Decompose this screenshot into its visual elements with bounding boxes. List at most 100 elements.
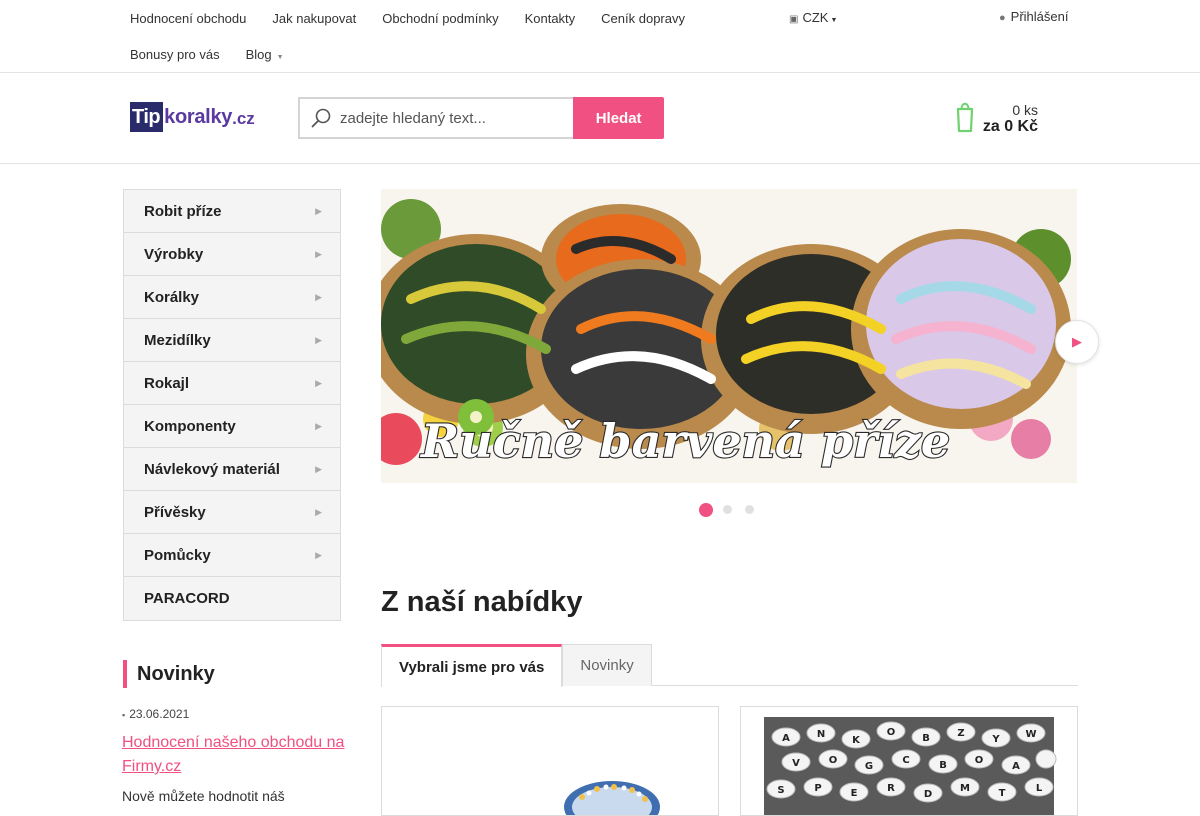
svg-text:O: O bbox=[887, 727, 896, 738]
nav-link-contacts[interactable]: Kontakty bbox=[525, 11, 576, 26]
calendar-icon: ▪ bbox=[122, 710, 126, 720]
hero-caption: Ručně barvená příze bbox=[419, 414, 950, 468]
category-item-mezidilky[interactable]: Mezidílky ▶ bbox=[124, 319, 340, 362]
chevron-right-icon: ▶ bbox=[315, 205, 322, 216]
category-label: Pomůcky bbox=[144, 546, 211, 564]
svg-text:E: E bbox=[851, 788, 858, 799]
nav-link-terms[interactable]: Obchodní podmínky bbox=[382, 11, 498, 26]
news-heading: Novinky bbox=[123, 660, 215, 688]
svg-text:B: B bbox=[939, 760, 947, 771]
svg-text:G: G bbox=[865, 761, 873, 772]
chevron-right-icon: ▶ bbox=[315, 377, 322, 388]
nav-link-bonuses[interactable]: Bonusy pro vás bbox=[130, 47, 220, 62]
nav-link-blog-label: Blog bbox=[245, 46, 272, 62]
category-label: Rokajl bbox=[144, 374, 190, 392]
news-date: ▪ 23.06.2021 bbox=[122, 707, 189, 721]
svg-text:P: P bbox=[814, 783, 821, 794]
nav-link-how-to-buy[interactable]: Jak nakupovat bbox=[272, 11, 356, 26]
login-label: Přihlášení bbox=[1010, 9, 1069, 24]
news-excerpt: Nově můžete hodnotit náš bbox=[122, 788, 285, 804]
tab-news[interactable]: Novinky bbox=[562, 644, 652, 686]
search-form: Hledat bbox=[298, 97, 664, 139]
svg-text:L: L bbox=[1036, 783, 1043, 794]
tab-selected-for-you[interactable]: Vybrali jsme pro vás bbox=[381, 644, 563, 687]
category-label: Výrobky bbox=[144, 245, 204, 263]
nav-link-reviews[interactable]: Hodnocení obchodu bbox=[130, 11, 246, 26]
site-logo[interactable]: Tip koralky .cz bbox=[130, 101, 255, 133]
category-item-vyrobky[interactable]: Výrobky ▶ bbox=[124, 233, 340, 276]
cart-total: za 0 Kč bbox=[982, 118, 1038, 135]
svg-text:O: O bbox=[975, 755, 984, 766]
category-item-koralky[interactable]: Korálky ▶ bbox=[124, 276, 340, 319]
category-label: Přívěsky bbox=[144, 503, 206, 521]
category-item-robit-prize[interactable]: Robit příze ▶ bbox=[124, 190, 340, 233]
category-label: Mezidílky bbox=[144, 331, 211, 349]
category-item-privesky[interactable]: Přívěsky ▶ bbox=[124, 491, 340, 534]
cart-widget[interactable]: 0 ks za 0 Kč bbox=[956, 99, 1040, 143]
svg-text:N: N bbox=[817, 729, 825, 740]
nav-link-blog[interactable]: Blog ▼ bbox=[246, 47, 284, 62]
chevron-right-icon: ▶ bbox=[315, 463, 322, 474]
nav-link-shipping-prices[interactable]: Ceník dopravy bbox=[601, 11, 685, 26]
currency-label: CZK bbox=[802, 10, 829, 25]
svg-text:T: T bbox=[999, 788, 1006, 799]
chevron-right-icon: ▶ bbox=[315, 291, 322, 302]
chevron-right-icon: ▶ bbox=[315, 334, 322, 345]
svg-text:D: D bbox=[924, 789, 932, 800]
chevron-right-icon: ▶ bbox=[315, 248, 322, 259]
login-link[interactable]: ● Přihlášení bbox=[999, 9, 1068, 24]
category-label: Komponenty bbox=[144, 417, 236, 435]
chevron-down-icon: ▼ bbox=[830, 17, 838, 24]
svg-text:A: A bbox=[1012, 761, 1020, 772]
svg-text:C: C bbox=[902, 755, 909, 766]
offers-tabs: Vybrali jsme pro vás Novinky bbox=[381, 644, 1078, 687]
svg-text:O: O bbox=[829, 755, 838, 766]
chevron-right-icon: ▶ bbox=[1072, 334, 1082, 349]
svg-text:A: A bbox=[782, 733, 790, 744]
news-article-link[interactable]: Hodnocení našeho obchodu na Firmy.cz bbox=[122, 731, 352, 779]
category-item-navlekovy-material[interactable]: Návlekový materiál ▶ bbox=[124, 448, 340, 491]
hero-banner[interactable]: Ručně barvená příze bbox=[381, 189, 1077, 483]
currency-selector[interactable]: ▣ CZK ▼ bbox=[789, 10, 837, 25]
svg-text:R: R bbox=[887, 783, 895, 794]
slider-next-button[interactable]: ▶ bbox=[1055, 320, 1099, 364]
category-label: PARACORD bbox=[144, 590, 230, 607]
category-item-komponenty[interactable]: Komponenty ▶ bbox=[124, 405, 340, 448]
slider-pagination bbox=[699, 503, 767, 517]
top-bar: Hodnocení obchodu Jak nakupovat Obchodní… bbox=[0, 0, 1200, 73]
search-icon bbox=[311, 108, 331, 128]
logo-part-koralky: koralky bbox=[164, 105, 233, 128]
category-label: Korálky bbox=[144, 288, 200, 306]
category-label: Robit příze bbox=[144, 202, 222, 220]
slider-dot-2[interactable] bbox=[723, 505, 732, 514]
search-field bbox=[298, 97, 574, 139]
slider-dot-3[interactable] bbox=[745, 505, 754, 514]
svg-text:Y: Y bbox=[991, 734, 1000, 745]
svg-text:W: W bbox=[1025, 729, 1036, 740]
user-icon: ● bbox=[999, 12, 1006, 24]
category-item-rokajl[interactable]: Rokajl ▶ bbox=[124, 362, 340, 405]
news-date-value: 23.06.2021 bbox=[129, 707, 190, 721]
chevron-right-icon: ▶ bbox=[315, 549, 322, 560]
chevron-down-icon: ▼ bbox=[276, 53, 284, 61]
hero-banner-image: Ručně barvená příze bbox=[381, 189, 1077, 483]
cart-quantity: 0 ks bbox=[1012, 102, 1038, 118]
chevron-right-icon: ▶ bbox=[315, 420, 322, 431]
header: Tipkoralky.cz Hledat 0 ks za 0 Kč bbox=[0, 73, 1200, 164]
svg-text:Z: Z bbox=[957, 728, 964, 739]
logo-part-tip: Tip bbox=[130, 102, 164, 132]
search-button[interactable]: Hledat bbox=[573, 97, 664, 139]
category-item-paracord[interactable]: PARACORD bbox=[124, 577, 340, 620]
chevron-right-icon: ▶ bbox=[315, 506, 322, 517]
offers-heading: Z naší nabídky bbox=[381, 586, 583, 618]
logo-part-cz: .cz bbox=[232, 109, 255, 128]
slider-dot-1[interactable] bbox=[699, 503, 713, 517]
svg-text:M: M bbox=[960, 783, 970, 794]
search-input[interactable] bbox=[340, 99, 570, 137]
top-navigation: Hodnocení obchodu Jak nakupovat Obchodní… bbox=[130, 0, 790, 72]
currency-icon: ▣ bbox=[789, 14, 799, 25]
svg-text:S: S bbox=[777, 785, 784, 796]
svg-text:K: K bbox=[852, 735, 861, 746]
category-item-pomucky[interactable]: Pomůcky ▶ bbox=[124, 534, 340, 577]
svg-text:B: B bbox=[922, 733, 930, 744]
